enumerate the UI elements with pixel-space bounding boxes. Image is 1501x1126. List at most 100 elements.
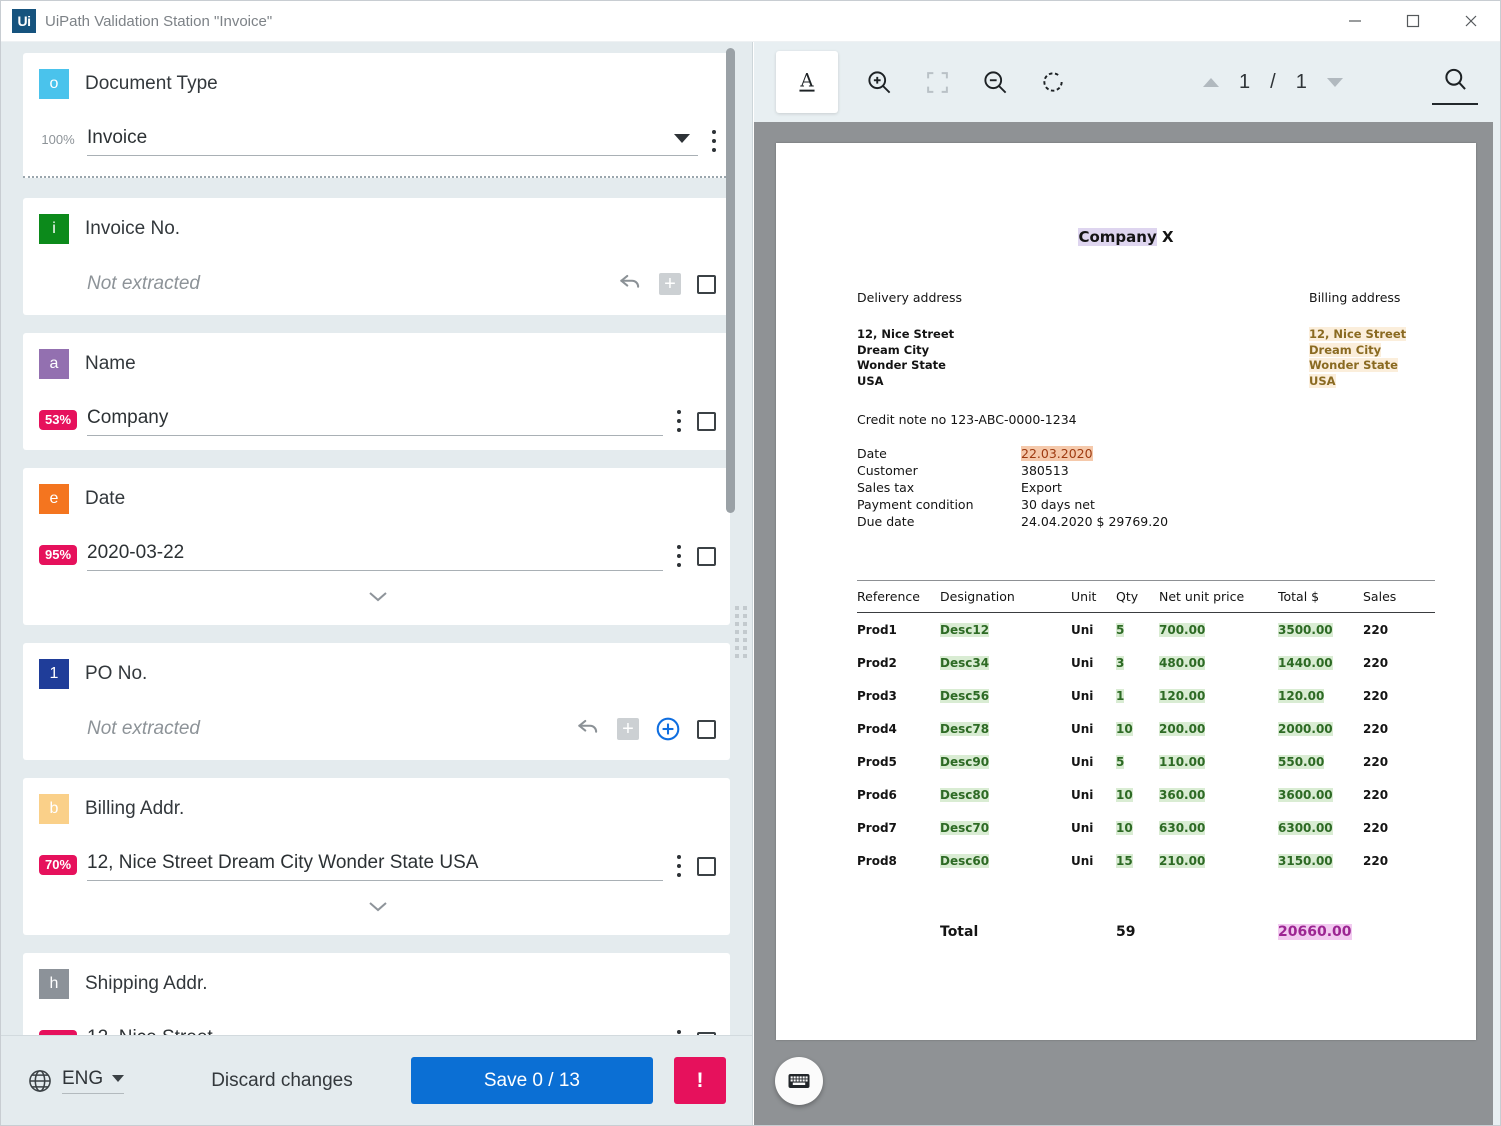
chevron-down-icon[interactable] — [1327, 78, 1343, 87]
table-cell: Uni — [1071, 689, 1116, 703]
field-input[interactable]: Invoice — [87, 127, 698, 156]
table-cell: Uni — [1071, 623, 1116, 637]
fields-scrollbar[interactable] — [726, 42, 736, 1035]
save-button[interactable]: Save 0 / 13 — [411, 1057, 653, 1104]
table-cell: Desc56 — [940, 689, 1071, 703]
page-navigator: 1 / 1 — [1203, 71, 1343, 94]
field-value-row: Not extracted + — [39, 708, 716, 746]
select-region-icon[interactable] — [697, 720, 716, 739]
field-shortcut-badge: 1 — [39, 659, 69, 689]
select-region-icon[interactable] — [697, 857, 716, 876]
expand-field-button[interactable] — [39, 891, 716, 921]
address-line: Wonder State — [857, 358, 962, 374]
fit-page-icon[interactable] — [914, 59, 960, 105]
field-input[interactable]: 2020-03-22 — [87, 542, 663, 571]
maximize-icon[interactable] — [1384, 1, 1442, 42]
table-cell: 700.00 — [1159, 623, 1278, 637]
field-actions — [712, 130, 716, 152]
delivery-address-block: Delivery address 12, Nice StreetDream Ci… — [857, 290, 962, 389]
field-value-row: 100%Invoice — [39, 118, 716, 156]
more-options-icon[interactable] — [677, 855, 681, 877]
field-input[interactable]: Company — [87, 407, 663, 436]
meta-value: 30 days net — [1021, 496, 1095, 513]
rotate-icon[interactable] — [1030, 59, 1076, 105]
meta-value: 24.04.2020 $ 29769.20 — [1021, 513, 1168, 530]
field-input[interactable]: Not extracted — [87, 273, 603, 301]
chevron-down-icon — [112, 1075, 124, 1082]
address-line: 12, Nice Street — [1309, 327, 1406, 343]
field-shortcut-badge: i — [39, 214, 69, 244]
table-header-cell: Reference — [857, 589, 940, 604]
field-input[interactable]: 12, Nice Street Dream City Wonder State … — [87, 852, 663, 881]
keyboard-icon[interactable] — [775, 1057, 823, 1105]
select-region-icon[interactable] — [697, 547, 716, 566]
close-icon[interactable] — [1442, 1, 1500, 42]
field-shortcut-badge: b — [39, 794, 69, 824]
current-page[interactable]: 1 — [1239, 71, 1250, 94]
zoom-out-icon[interactable] — [972, 59, 1018, 105]
add-circle-icon[interactable] — [655, 716, 681, 742]
field-label: Date — [85, 488, 125, 510]
chevron-down-icon[interactable] — [674, 134, 690, 143]
select-region-icon[interactable] — [697, 275, 716, 294]
undo-icon[interactable] — [575, 716, 601, 742]
search-icon[interactable] — [1432, 59, 1478, 105]
expand-field-button[interactable] — [39, 581, 716, 611]
meta-row: Customer380513 — [857, 462, 1168, 479]
table-cell: Desc60 — [940, 854, 1071, 868]
zoom-in-icon[interactable] — [856, 59, 902, 105]
table-cell: 3 — [1116, 656, 1159, 670]
delivery-address-heading: Delivery address — [857, 290, 962, 305]
table-cell: 220 — [1363, 821, 1423, 835]
more-options-icon[interactable] — [677, 545, 681, 567]
undo-icon[interactable] — [617, 271, 643, 297]
table-cell: 220 — [1363, 656, 1423, 670]
confidence-badge: 95% — [39, 545, 77, 565]
field-value-row: 90%12, Nice Street — [39, 1018, 716, 1035]
text-select-icon[interactable]: A — [776, 51, 838, 113]
table-row: Prod2Desc34Uni3480.001440.00220 — [857, 646, 1435, 679]
field-actions: + — [617, 271, 716, 297]
more-options-icon[interactable] — [712, 130, 716, 152]
field-value-row: 70%12, Nice Street Dream City Wonder Sta… — [39, 843, 716, 881]
fields-scrollbar-thumb[interactable] — [726, 48, 735, 513]
add-box-icon[interactable]: + — [659, 273, 681, 295]
add-box-icon[interactable]: + — [617, 718, 639, 740]
table-cell: Uni — [1071, 788, 1116, 802]
minimize-icon[interactable] — [1326, 1, 1384, 42]
document-page[interactable]: Company X Delivery address 12, Nice Stre… — [776, 143, 1476, 1040]
field-label: Shipping Addr. — [85, 973, 208, 995]
table-cell: Prod8 — [857, 854, 940, 868]
confidence-placeholder — [39, 288, 77, 295]
warning-button[interactable]: ! — [674, 1057, 726, 1104]
field-label: Invoice No. — [85, 218, 180, 240]
field-input[interactable]: 12, Nice Street — [87, 1027, 663, 1035]
field-actions — [677, 855, 716, 877]
language-selector[interactable]: ENG — [27, 1068, 124, 1094]
table-cell: Desc90 — [940, 755, 1071, 769]
meta-value: 380513 — [1021, 462, 1069, 479]
field-value: 12, Nice Street Dream City Wonder State … — [87, 852, 663, 874]
field-actions: + — [575, 716, 716, 742]
fields-panel: oDocument Type100%InvoiceiInvoice No.Not… — [1, 42, 753, 1125]
window-controls — [1326, 1, 1500, 42]
total-amount-cell: 20660.00 — [1278, 924, 1363, 940]
discard-changes-button[interactable]: Discard changes — [211, 1070, 353, 1092]
table-cell: 15 — [1116, 854, 1159, 868]
field-input[interactable]: Not extracted — [87, 718, 561, 746]
document-viewer-panel: A — [754, 42, 1500, 1125]
field-card: eDate95%2020-03-22 — [23, 468, 730, 625]
field-card: i Invoice No. Not extracted + — [23, 198, 730, 315]
field-value: 2020-03-22 — [87, 542, 663, 564]
viewer-scrollbar[interactable] — [1493, 122, 1500, 1125]
table-cell: Uni — [1071, 821, 1116, 835]
address-line: USA — [857, 374, 962, 390]
field-header: bBilling Addr. — [39, 792, 716, 826]
select-region-icon[interactable] — [697, 412, 716, 431]
more-options-icon[interactable] — [677, 410, 681, 432]
language-label-wrap[interactable]: ENG — [62, 1068, 124, 1094]
pdf-stage[interactable]: Company X Delivery address 12, Nice Stre… — [754, 122, 1500, 1125]
panel-resize-handle[interactable] — [735, 606, 747, 662]
chevron-up-icon[interactable] — [1203, 78, 1219, 87]
table-header-cell: Sales — [1363, 589, 1423, 604]
